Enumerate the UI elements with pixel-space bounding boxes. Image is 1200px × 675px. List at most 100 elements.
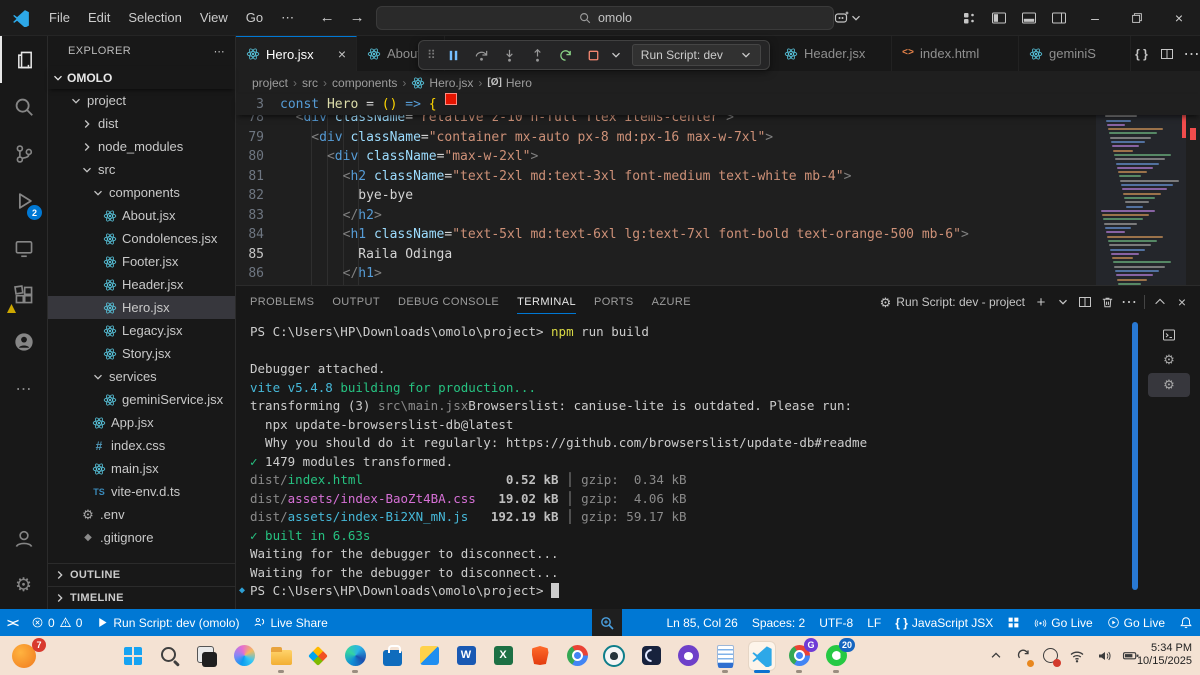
breadcrumb-src[interactable]: src: [302, 76, 318, 90]
activity-remote-explorer[interactable]: [0, 224, 47, 271]
taskbar-vscode[interactable]: [749, 641, 775, 673]
menu-view[interactable]: View: [191, 10, 237, 25]
taskbar-github-desktop[interactable]: [675, 642, 701, 670]
terminal-output[interactable]: PS C:\Users\HP\Downloads\omolo\project> …: [236, 318, 1130, 609]
tree-item-main.jsx[interactable]: main.jsx: [48, 457, 235, 480]
tree-item-Legacy.jsx[interactable]: Legacy.jsx: [48, 319, 235, 342]
tray-alert-icon[interactable]: [1041, 647, 1061, 667]
terminal-powershell[interactable]: [1148, 323, 1190, 347]
minimize-button[interactable]: –: [1074, 1, 1116, 36]
widgets-button[interactable]: 7: [12, 638, 46, 670]
tab-index.html[interactable]: <> index.html: [892, 36, 1019, 71]
taskbar-edge[interactable]: [342, 642, 368, 673]
notifications[interactable]: [1172, 609, 1200, 636]
taskbar-app-pet[interactable]: [601, 642, 627, 670]
command-center-search[interactable]: omolo: [376, 6, 834, 30]
terminal-task-1[interactable]: ⚙: [1148, 348, 1190, 372]
activity-extensions[interactable]: [0, 271, 47, 318]
tab-Hero.jsx[interactable]: Hero.jsx ×: [236, 36, 357, 71]
more-actions-icon[interactable]: ⋯: [214, 45, 225, 58]
code-line-84[interactable]: 84 <h1 className="text-5xl md:text-6xl l…: [236, 225, 1200, 245]
tree-item-project[interactable]: project: [48, 89, 235, 112]
tree-item-vite-env.d.ts[interactable]: TS vite-env.d.ts: [48, 480, 235, 503]
restart-button[interactable]: [554, 43, 578, 67]
menu-selection[interactable]: Selection: [119, 10, 190, 25]
taskbar-ms-365[interactable]: [305, 642, 331, 670]
step-over-button[interactable]: [470, 43, 494, 67]
tab-geminiS[interactable]: geminiS: [1019, 36, 1131, 71]
maximize-panel[interactable]: [1150, 291, 1170, 313]
code-line-83[interactable]: 83 </h2>: [236, 206, 1200, 226]
activity-explorer[interactable]: [0, 36, 47, 83]
tree-item-dist[interactable]: dist: [48, 112, 235, 135]
drag-handle-icon[interactable]: ⠿: [427, 49, 436, 61]
panel-tab-ports[interactable]: PORTS: [594, 286, 634, 318]
taskbar-start-button[interactable]: [120, 642, 146, 670]
taskbar-clock[interactable]: 5:34 PM 10/15/2025: [1137, 642, 1192, 668]
tree-item-index.css[interactable]: # index.css: [48, 434, 235, 457]
go-live-play[interactable]: Go Live: [1100, 609, 1172, 636]
section-outline[interactable]: OUTLINE: [48, 563, 235, 586]
workspace-root[interactable]: OMOLO: [48, 66, 235, 89]
tree-item-Header.jsx[interactable]: Header.jsx: [48, 273, 235, 296]
code-line-78[interactable]: 78 <div className="relative z-10 h-full …: [236, 115, 1200, 128]
tree-item-.env[interactable]: ⚙ .env: [48, 503, 235, 526]
activity-source-control[interactable]: [0, 130, 47, 177]
toggle-panel-icon[interactable]: [1014, 3, 1044, 33]
remote-indicator[interactable]: ><: [0, 609, 24, 636]
language-mode[interactable]: { } JavaScript JSX: [888, 609, 1000, 636]
activity-more-views[interactable]: ⋯: [0, 365, 47, 412]
step-out-button[interactable]: [526, 43, 550, 67]
menu-more[interactable]: ⋯: [272, 10, 303, 25]
tree-item-Footer.jsx[interactable]: Footer.jsx: [48, 250, 235, 273]
restore-button[interactable]: [1116, 1, 1158, 36]
close-panel[interactable]: ×: [1172, 291, 1192, 313]
tree-item-App.jsx[interactable]: App.jsx: [48, 411, 235, 434]
taskbar-copilot[interactable]: [231, 642, 257, 670]
toggle-sidebar-icon[interactable]: [984, 3, 1014, 33]
code-line-79[interactable]: 79 <div className="container mx-auto px-…: [236, 128, 1200, 148]
code-line-86[interactable]: 86 </h1>: [236, 264, 1200, 284]
close-button[interactable]: ×: [1158, 1, 1200, 36]
activity-accounts[interactable]: [0, 515, 47, 562]
stop-dropdown-icon[interactable]: [610, 49, 622, 61]
debug-status[interactable]: Run Script: dev (omolo): [89, 609, 246, 636]
breadcrumb-Hero[interactable]: [Ø] Hero: [487, 76, 531, 90]
breadcrumb-components[interactable]: components: [332, 76, 397, 90]
go-live-broadcast[interactable]: Go Live: [1027, 609, 1099, 636]
taskbar-brave[interactable]: [527, 642, 553, 670]
tree-item-geminiService.jsx[interactable]: geminiService.jsx: [48, 388, 235, 411]
tree-item-node_modules[interactable]: node_modules: [48, 135, 235, 158]
more-actions[interactable]: ⋯: [1181, 43, 1200, 65]
panel-tab-terminal[interactable]: TERMINAL: [517, 286, 576, 318]
step-into-button[interactable]: [498, 43, 522, 67]
close-tab-icon[interactable]: ×: [338, 46, 346, 62]
code-line-81[interactable]: 81 <h2 className="text-2xl md:text-3xl f…: [236, 167, 1200, 187]
eol[interactable]: LF: [860, 609, 888, 636]
indentation[interactable]: Spaces: 2: [745, 609, 812, 636]
tree-item-.gitignore[interactable]: ◆ .gitignore: [48, 526, 235, 549]
split-editor[interactable]: [1156, 43, 1177, 65]
menu-file[interactable]: File: [40, 10, 79, 25]
taskbar-notepad[interactable]: [712, 642, 738, 673]
copilot-button[interactable]: [834, 10, 862, 26]
tray-wifi-icon[interactable]: [1068, 647, 1086, 665]
cursor-position[interactable]: Ln 85, Col 26: [659, 609, 744, 636]
taskbar-app-dark[interactable]: [638, 642, 664, 670]
panel-tab-debug-console[interactable]: DEBUG CONSOLE: [398, 286, 499, 318]
terminal-task-label[interactable]: ⚙ Run Script: dev - project: [880, 295, 1025, 309]
tree-item-Hero.jsx[interactable]: Hero.jsx: [48, 296, 235, 319]
back-icon[interactable]: ←: [317, 9, 337, 26]
more-actions[interactable]: ⋯: [1119, 291, 1139, 313]
forward-icon[interactable]: →: [347, 9, 367, 26]
new-terminal[interactable]: +: [1031, 291, 1051, 313]
panel-tab-output[interactable]: OUTPUT: [332, 286, 380, 318]
split-terminal[interactable]: [1075, 291, 1095, 313]
problems-status[interactable]: 00: [24, 609, 89, 636]
section-timeline[interactable]: TIMELINE: [48, 586, 235, 609]
run-script-dropdown[interactable]: Run Script: dev: [631, 44, 761, 66]
taskbar-file-explorer[interactable]: [268, 642, 294, 673]
tree-item-services[interactable]: services: [48, 365, 235, 388]
taskbar-microsoft-store[interactable]: [379, 642, 405, 670]
pause-button[interactable]: [442, 43, 466, 67]
